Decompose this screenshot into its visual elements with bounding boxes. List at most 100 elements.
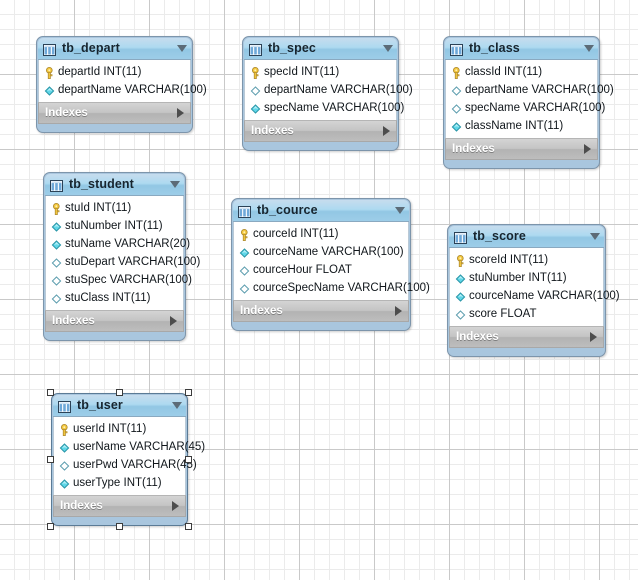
column-row[interactable]: courceHour FLOAT (234, 261, 408, 279)
table-title-tb_depart: tb_depart (62, 41, 120, 55)
table-header-tb_depart[interactable]: tb_depart (38, 38, 191, 60)
column-row[interactable]: courceSpecName VARCHAR(100) (234, 279, 430, 297)
resize-handle-sw[interactable] (47, 523, 54, 530)
chevron-down-icon[interactable] (584, 45, 594, 52)
column-row[interactable]: userId INT(11) (54, 420, 185, 438)
table-icon (450, 43, 463, 56)
chevron-right-icon[interactable] (395, 306, 402, 316)
indexes-label: Indexes (60, 499, 103, 512)
indexes-section-tb_score[interactable]: Indexes (449, 326, 604, 348)
column-label: departName VARCHAR(100) (465, 83, 614, 96)
column-row[interactable]: courceName VARCHAR(100) (450, 287, 620, 305)
table-node-tb_spec[interactable]: tb_spec specId INT(11) departName VARCHAR(… (242, 36, 413, 151)
column-row[interactable]: specId INT(11) (245, 63, 396, 81)
indexes-section-tb_class[interactable]: Indexes (445, 138, 598, 160)
table-header-tb_cource[interactable]: tb_cource (233, 200, 409, 222)
column-row[interactable]: stuDepart VARCHAR(100) (46, 253, 200, 271)
column-row[interactable]: stuNumber INT(11) (46, 217, 183, 235)
key-icon (59, 423, 70, 436)
key-icon (451, 66, 462, 79)
table-node-tb_class[interactable]: tb_class classId INT(11) departName VARCHA… (443, 36, 614, 169)
table-node-tb_user[interactable]: tb_user userId INT(11) userName VARCHAR(45… (47, 389, 205, 530)
resize-handle-s[interactable] (115, 523, 123, 530)
diagram-canvas[interactable]: tb_depart departId INT(11) departName VARC… (0, 0, 638, 580)
column-row[interactable]: stuName VARCHAR(20) (46, 235, 190, 253)
table-columns-tb_student: stuId INT(11) stuNumber INT(11) stuName VA… (45, 196, 200, 310)
table-node-tb_score[interactable]: tb_score scoreId INT(11) stuNumber INT(11)… (447, 224, 620, 357)
resize-handle-e[interactable] (185, 455, 192, 463)
table-node-tb_student[interactable]: tb_student stuId INT(11) stuNumber INT(11)… (43, 172, 200, 341)
chevron-right-icon[interactable] (172, 501, 179, 511)
resize-handle-nw[interactable] (47, 389, 54, 396)
chevron-right-icon[interactable] (584, 144, 591, 154)
column-label: stuDepart VARCHAR(100) (65, 255, 201, 268)
indexes-section-tb_cource[interactable]: Indexes (233, 300, 409, 322)
column-row[interactable]: stuId INT(11) (46, 199, 183, 217)
chevron-down-icon[interactable] (177, 45, 187, 52)
column-label: departId INT(11) (58, 65, 142, 78)
resize-handle-ne[interactable] (185, 389, 192, 396)
filled-diamond-icon (239, 246, 250, 258)
column-row[interactable]: classId INT(11) (446, 63, 597, 81)
column-row[interactable]: stuNumber INT(11) (450, 269, 603, 287)
indexes-label: Indexes (45, 106, 88, 119)
hollow-diamond-icon (51, 256, 62, 268)
table-title-tb_user: tb_user (77, 398, 123, 412)
table-header-tb_score[interactable]: tb_score (449, 226, 604, 248)
column-row[interactable]: specName VARCHAR(100) (245, 99, 404, 117)
chevron-down-icon[interactable] (172, 402, 182, 409)
column-row[interactable]: stuClass INT(11) (46, 289, 183, 307)
indexes-section-tb_student[interactable]: Indexes (45, 310, 184, 332)
column-row[interactable]: stuSpec VARCHAR(100) (46, 271, 192, 289)
column-label: scoreId INT(11) (469, 253, 549, 266)
chevron-down-icon[interactable] (395, 207, 405, 214)
column-row[interactable]: className INT(11) (446, 117, 597, 135)
table-header-tb_spec[interactable]: tb_spec (244, 38, 397, 60)
filled-diamond-icon (250, 102, 261, 114)
hollow-diamond-icon (451, 84, 462, 96)
table-title-tb_cource: tb_cource (257, 203, 318, 217)
column-row[interactable]: specName VARCHAR(100) (446, 99, 605, 117)
chevron-right-icon[interactable] (590, 332, 597, 342)
column-row[interactable]: departName VARCHAR(100) (39, 81, 207, 99)
table-header-tb_class[interactable]: tb_class (445, 38, 598, 60)
chevron-down-icon[interactable] (383, 45, 393, 52)
table-header-tb_student[interactable]: tb_student (45, 174, 184, 196)
column-row[interactable]: departId INT(11) (39, 63, 190, 81)
table-header-tb_user[interactable]: tb_user (53, 395, 186, 417)
resize-handle-se[interactable] (185, 523, 192, 530)
hollow-diamond-icon (250, 84, 261, 96)
chevron-right-icon[interactable] (170, 316, 177, 326)
column-label: stuName VARCHAR(20) (65, 237, 191, 250)
column-row[interactable]: departName VARCHAR(100) (245, 81, 413, 99)
chevron-right-icon[interactable] (177, 108, 184, 118)
chevron-right-icon[interactable] (383, 126, 390, 136)
hollow-diamond-icon (239, 264, 250, 276)
column-row[interactable]: scoreId INT(11) (450, 251, 603, 269)
key-icon (455, 254, 466, 267)
table-node-tb_cource[interactable]: tb_cource courceId INT(11) courceName VARC… (231, 198, 430, 331)
column-row[interactable]: departName VARCHAR(100) (446, 81, 614, 99)
column-row[interactable]: courceId INT(11) (234, 225, 408, 243)
chevron-down-icon[interactable] (170, 181, 180, 188)
table-node-tb_depart[interactable]: tb_depart departId INT(11) departName VARC… (36, 36, 207, 133)
hollow-diamond-icon (451, 102, 462, 114)
filled-diamond-icon (455, 290, 466, 302)
table-icon (43, 43, 56, 56)
table-icon (249, 43, 262, 56)
column-row[interactable]: userPwd VARCHAR(45) (54, 456, 197, 474)
column-row[interactable]: score FLOAT (450, 305, 603, 323)
resize-handle-w[interactable] (47, 455, 54, 463)
column-row[interactable]: userType INT(11) (54, 474, 185, 492)
indexes-section-tb_user[interactable]: Indexes (53, 495, 186, 517)
indexes-section-tb_spec[interactable]: Indexes (244, 120, 397, 142)
column-row[interactable]: courceName VARCHAR(100) (234, 243, 408, 261)
table-columns-tb_user: userId INT(11) userName VARCHAR(45) userPw… (53, 417, 205, 495)
resize-handle-n[interactable] (115, 389, 123, 396)
column-row[interactable]: userName VARCHAR(45) (54, 438, 205, 456)
indexes-label: Indexes (251, 124, 294, 137)
column-label: stuClass INT(11) (65, 291, 151, 304)
indexes-section-tb_depart[interactable]: Indexes (38, 102, 191, 124)
column-label: className INT(11) (465, 119, 564, 132)
chevron-down-icon[interactable] (590, 233, 600, 240)
